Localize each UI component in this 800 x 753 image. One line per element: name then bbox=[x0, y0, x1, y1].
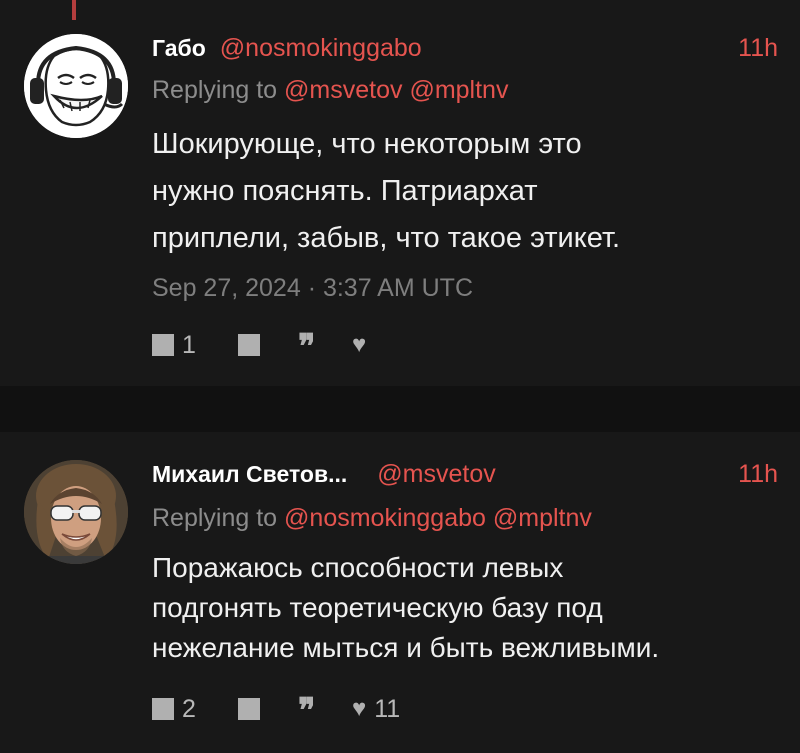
like-count: 11 bbox=[374, 694, 401, 723]
avatar[interactable] bbox=[24, 34, 128, 138]
author-name[interactable]: Михаил Светов... bbox=[152, 461, 347, 487]
comment-count: 1 bbox=[182, 330, 196, 359]
troll-face-avatar-image bbox=[24, 34, 128, 138]
comment-button[interactable]: 2 bbox=[152, 694, 196, 724]
author-name[interactable]: Габо bbox=[152, 35, 206, 61]
profile-photo-avatar-image bbox=[24, 460, 128, 564]
tweet-time[interactable]: 11h bbox=[738, 460, 778, 489]
tweet-text: Шокирующе, что некоторым это нужно поясн… bbox=[152, 121, 772, 262]
tweet-time[interactable]: 11h bbox=[738, 34, 778, 63]
thread-connector-line bbox=[72, 0, 76, 20]
comment-button[interactable]: 1 bbox=[152, 330, 196, 360]
tweet-text-line: подгонять теоретическую базу под bbox=[152, 592, 603, 623]
retweet-button[interactable] bbox=[238, 330, 260, 360]
tweet-text-line: приплели, забыв, что такое этикет. bbox=[152, 222, 621, 254]
tweet-date[interactable]: Sep 27, 2024 · 3:37 AM UTC bbox=[152, 274, 473, 303]
replying-label: Replying to bbox=[152, 504, 278, 532]
comment-icon bbox=[152, 698, 174, 720]
tweet[interactable]: Михаил Светов... @msvetov 11h Replying to… bbox=[0, 432, 800, 753]
like-button[interactable]: ♥ bbox=[352, 330, 374, 360]
comment-icon bbox=[152, 334, 174, 356]
tweet-text-line: Шокирующе, что некоторым это bbox=[152, 128, 582, 160]
heart-icon: ♥ bbox=[352, 695, 367, 722]
tweet[interactable]: Габо @nosmokinggabo 11h Replying to @msve… bbox=[0, 0, 800, 386]
tweet-text-line: нужно пояснять. Патриархат bbox=[152, 175, 538, 207]
quote-icon: ❞ bbox=[298, 696, 314, 722]
quote-button[interactable]: ❞ bbox=[298, 330, 313, 360]
tweet-text: Поражаюсь способности левых подгонять те… bbox=[152, 548, 772, 668]
retweet-icon bbox=[238, 334, 260, 356]
retweet-icon bbox=[238, 698, 260, 720]
retweet-button[interactable] bbox=[238, 694, 260, 724]
mention-link[interactable]: @mpltnv bbox=[493, 504, 592, 532]
replying-to: Replying to @nosmokinggabo @mpltnv bbox=[152, 504, 592, 533]
tweet-separator bbox=[0, 386, 800, 432]
mention-link[interactable]: @msvetov bbox=[284, 76, 402, 104]
tweet-header: Габо @nosmokinggabo 11h bbox=[152, 34, 778, 64]
replying-label: Replying to bbox=[152, 76, 278, 104]
replying-to: Replying to @msvetov @mpltnv bbox=[152, 76, 508, 105]
author-handle[interactable]: @nosmokinggabo bbox=[220, 34, 422, 62]
quote-icon: ❞ bbox=[298, 332, 314, 358]
avatar[interactable] bbox=[24, 460, 128, 564]
tweet-text-line: Поражаюсь способности левых bbox=[152, 552, 564, 583]
tweet-text-line: нежелание мыться и быть вежливыми. bbox=[152, 632, 660, 663]
author-handle[interactable]: @msvetov bbox=[377, 460, 495, 488]
mention-link[interactable]: @mpltnv bbox=[409, 76, 508, 104]
like-button[interactable]: ♥ 11 bbox=[352, 694, 400, 724]
quote-button[interactable]: ❞ bbox=[298, 694, 313, 724]
comment-count: 2 bbox=[182, 694, 196, 723]
heart-icon: ♥ bbox=[352, 331, 367, 358]
tweet-header: Михаил Светов... @msvetov 11h bbox=[152, 460, 778, 490]
mention-link[interactable]: @nosmokinggabo bbox=[284, 504, 486, 532]
